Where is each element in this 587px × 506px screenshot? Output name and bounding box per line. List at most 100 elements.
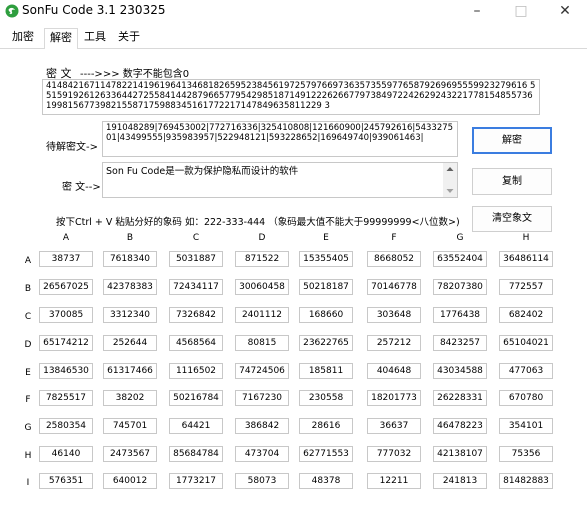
code-cell[interactable]: 43034588 (433, 363, 487, 379)
code-cell[interactable]: 8668052 (367, 251, 421, 267)
code-cell[interactable]: 7167230 (235, 390, 289, 406)
code-cell[interactable]: 354101 (499, 418, 553, 434)
copy-button[interactable]: 复制 (472, 168, 552, 195)
code-cell[interactable]: 65104021 (499, 335, 553, 351)
code-cell[interactable]: 58073 (235, 473, 289, 489)
code-cell[interactable]: 303648 (367, 307, 421, 323)
code-cell[interactable]: 42138107 (433, 446, 487, 462)
title-bar: SonFu Code 3.1 230325 – □ ✕ (0, 0, 587, 25)
code-cell[interactable]: 7326842 (169, 307, 223, 323)
code-cell[interactable]: 1776438 (433, 307, 487, 323)
scroll-arrows-icon (443, 163, 457, 197)
code-cell[interactable]: 72434117 (169, 279, 223, 295)
cipher-text-area[interactable]: 4148421671147822141961964134681826595238… (42, 79, 540, 115)
code-cell[interactable]: 36637 (367, 418, 421, 434)
code-cell[interactable]: 8423257 (433, 335, 487, 351)
code-cell[interactable]: 777032 (367, 446, 421, 462)
code-cell[interactable]: 257212 (367, 335, 421, 351)
code-cell[interactable]: 75356 (499, 446, 553, 462)
code-cell[interactable]: 1116502 (169, 363, 223, 379)
window-title: SonFu Code 3.1 230325 (22, 3, 166, 17)
pending-cipher-input[interactable]: 191048289|769453002|772716336|325410808|… (102, 121, 458, 157)
code-cell[interactable]: 682402 (499, 307, 553, 323)
code-cell[interactable]: 473704 (235, 446, 289, 462)
decrypt-button[interactable]: 解密 (472, 127, 552, 154)
code-cell[interactable]: 4568564 (169, 335, 223, 351)
code-cell[interactable]: 85684784 (169, 446, 223, 462)
code-cell[interactable]: 252644 (103, 335, 157, 351)
row-header: D (24, 340, 32, 350)
code-cell[interactable]: 2580354 (39, 418, 93, 434)
code-cell[interactable]: 26228331 (433, 390, 487, 406)
code-cell[interactable]: 185811 (299, 363, 353, 379)
code-cell[interactable]: 78207380 (433, 279, 487, 295)
code-cell[interactable]: 36486114 (499, 251, 553, 267)
code-cell[interactable]: 13846530 (39, 363, 93, 379)
code-cell[interactable]: 772557 (499, 279, 553, 295)
paste-hint: 按下Ctrl + V 粘贴分好的象码 如：222-333-444 （象码最大值不… (56, 217, 460, 228)
code-cell[interactable]: 70146778 (367, 279, 421, 295)
clear-button[interactable]: 清空象文 (472, 206, 552, 232)
cipher-hint: ---->>> 数字不能包含0 (80, 69, 190, 80)
code-cell[interactable]: 2473567 (103, 446, 157, 462)
plaintext-output[interactable]: Son Fu Code是一款为保护隐私而设计的软件 (102, 162, 458, 198)
code-cell[interactable]: 745701 (103, 418, 157, 434)
code-cell[interactable]: 62771553 (299, 446, 353, 462)
minimize-button[interactable]: – (455, 0, 499, 24)
code-cell[interactable]: 640012 (103, 473, 157, 489)
maximize-button[interactable]: □ (499, 0, 543, 24)
column-header: E (323, 233, 329, 243)
code-cell[interactable]: 18201773 (367, 390, 421, 406)
code-cell[interactable]: 23622765 (299, 335, 353, 351)
code-cell[interactable]: 386842 (235, 418, 289, 434)
code-cell[interactable]: 46478223 (433, 418, 487, 434)
code-cell[interactable]: 80815 (235, 335, 289, 351)
code-cell[interactable]: 50218187 (299, 279, 353, 295)
tab-about[interactable]: 关于 (116, 28, 142, 48)
decrypt-panel: 密 文 ---->>> 数字不能包含0 41484216711478221419… (0, 49, 587, 506)
code-cell[interactable]: 871522 (235, 251, 289, 267)
code-cell[interactable]: 50216784 (169, 390, 223, 406)
row-header: A (24, 256, 32, 266)
code-cell[interactable]: 2401112 (235, 307, 289, 323)
code-cell[interactable]: 241813 (433, 473, 487, 489)
code-cell[interactable]: 477063 (499, 363, 553, 379)
plaintext-scrollbar[interactable] (443, 163, 457, 197)
code-cell[interactable]: 63552404 (433, 251, 487, 267)
code-cell[interactable]: 42378383 (103, 279, 157, 295)
pending-label: 待解密文-> (46, 142, 98, 153)
code-cell[interactable]: 28616 (299, 418, 353, 434)
close-button[interactable]: ✕ (543, 0, 587, 24)
code-cell[interactable]: 26567025 (39, 279, 93, 295)
code-cell[interactable]: 404648 (367, 363, 421, 379)
code-cell[interactable]: 1773217 (169, 473, 223, 489)
code-cell[interactable]: 168660 (299, 307, 353, 323)
column-header: A (62, 233, 70, 243)
code-cell[interactable]: 12211 (367, 473, 421, 489)
row-header: B (24, 284, 32, 294)
code-cell[interactable]: 370085 (39, 307, 93, 323)
tab-decrypt[interactable]: 解密 (44, 28, 78, 50)
code-cell[interactable]: 64421 (169, 418, 223, 434)
tab-tools[interactable]: 工具 (82, 28, 108, 48)
code-cell[interactable]: 65174212 (39, 335, 93, 351)
column-header: G (456, 233, 464, 243)
code-cell[interactable]: 38737 (39, 251, 93, 267)
code-cell[interactable]: 15355405 (299, 251, 353, 267)
code-cell[interactable]: 61317466 (103, 363, 157, 379)
code-cell[interactable]: 5031887 (169, 251, 223, 267)
code-cell[interactable]: 670780 (499, 390, 553, 406)
code-cell[interactable]: 81482883 (499, 473, 553, 489)
tab-encrypt[interactable]: 加密 (10, 28, 36, 48)
code-cell[interactable]: 230558 (299, 390, 353, 406)
code-cell[interactable]: 46140 (39, 446, 93, 462)
code-cell[interactable]: 30060458 (235, 279, 289, 295)
code-cell[interactable]: 38202 (103, 390, 157, 406)
code-cell[interactable]: 7825517 (39, 390, 93, 406)
code-cell[interactable]: 576351 (39, 473, 93, 489)
code-cell[interactable]: 7618340 (103, 251, 157, 267)
code-cell[interactable]: 3312340 (103, 307, 157, 323)
code-cell[interactable]: 48378 (299, 473, 353, 489)
code-cell[interactable]: 74724506 (235, 363, 289, 379)
column-header: H (522, 233, 530, 243)
